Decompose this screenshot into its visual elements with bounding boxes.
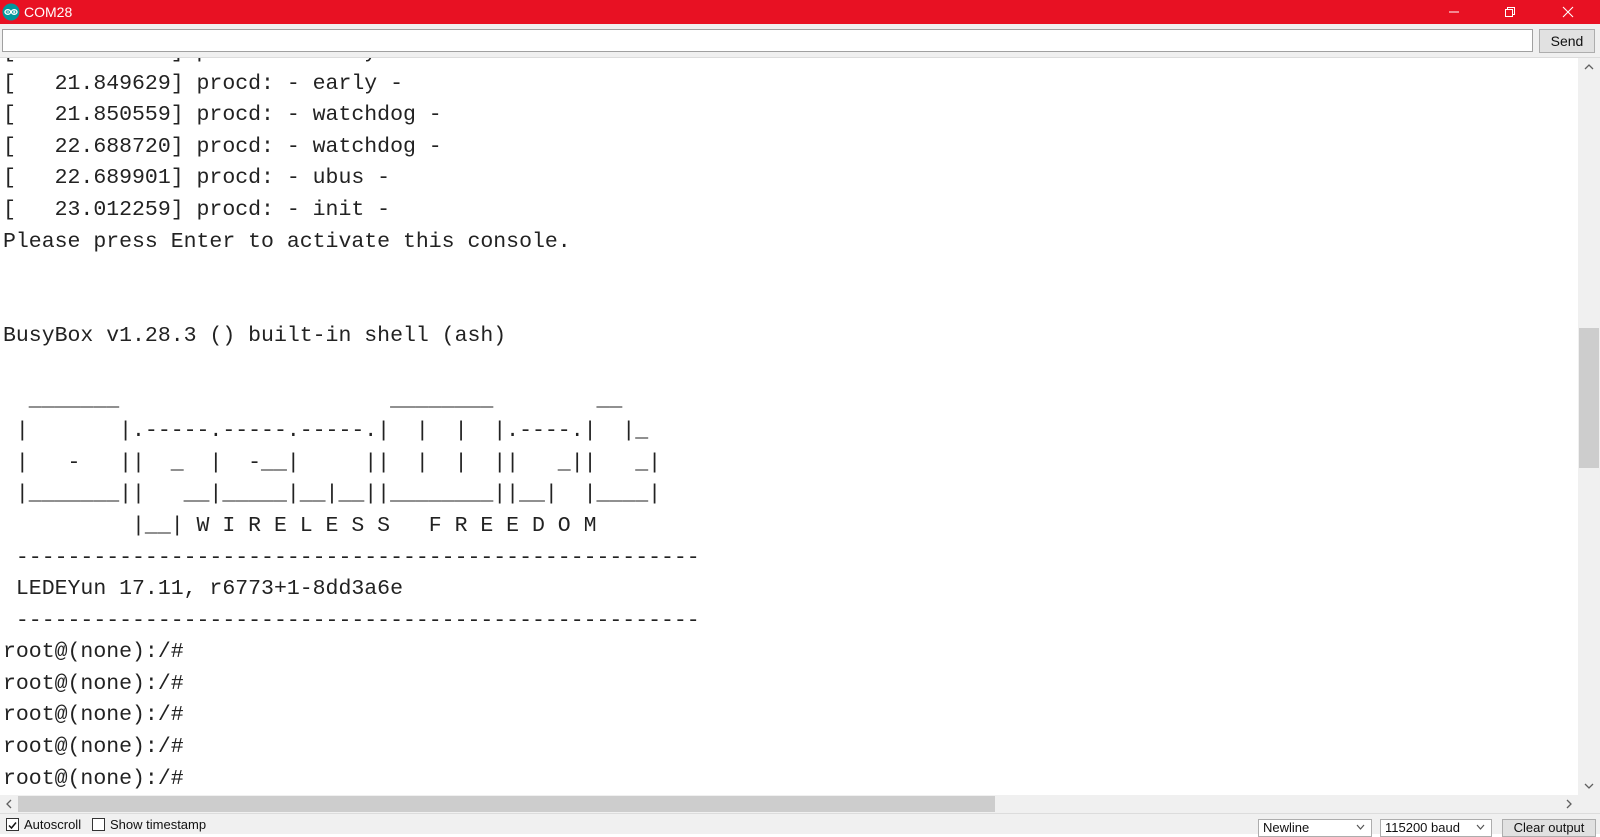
serial-output[interactable]: [ 21.849629] procd: - early - [ 21.84962…	[0, 58, 1578, 795]
window-title: COM28	[24, 4, 73, 20]
send-bar: Send	[0, 24, 1600, 58]
horizontal-scrollbar[interactable]	[0, 795, 1578, 813]
scroll-right-button[interactable]	[1560, 795, 1578, 813]
minimize-button[interactable]	[1431, 0, 1477, 24]
vertical-scrollbar[interactable]	[1578, 58, 1600, 795]
arduino-logo-icon	[2, 3, 20, 21]
scrollbar-corner	[1578, 795, 1600, 813]
autoscroll-checkbox[interactable]	[6, 818, 19, 831]
scroll-down-button[interactable]	[1578, 777, 1600, 795]
serial-input[interactable]	[2, 29, 1533, 52]
status-bar: Autoscroll Show timestamp Newline 115200…	[0, 813, 1600, 837]
horizontal-scroll-thumb[interactable]	[18, 796, 995, 812]
chevron-down-icon	[1476, 824, 1485, 830]
send-button[interactable]: Send	[1539, 29, 1595, 53]
vertical-scroll-thumb[interactable]	[1579, 328, 1599, 469]
clear-output-button[interactable]: Clear output	[1502, 819, 1596, 837]
title-bar: COM28	[0, 0, 1600, 24]
restore-icon	[1505, 7, 1515, 17]
close-button[interactable]	[1545, 0, 1591, 24]
line-ending-select[interactable]: Newline	[1258, 819, 1372, 837]
scroll-left-button[interactable]	[0, 795, 18, 813]
show-timestamp-label: Show timestamp	[110, 817, 207, 832]
close-icon	[1562, 6, 1574, 18]
chevron-up-icon	[1584, 64, 1594, 70]
autoscroll-label: Autoscroll	[24, 817, 82, 832]
chevron-left-icon	[6, 799, 12, 809]
minimize-icon	[1449, 11, 1459, 13]
serial-output-text: [ 21.849629] procd: - early - [ 21.84962…	[3, 58, 700, 791]
scroll-up-button[interactable]	[1578, 58, 1600, 76]
checkmark-icon	[8, 822, 17, 830]
chevron-right-icon	[1566, 799, 1572, 809]
restore-button[interactable]	[1487, 0, 1533, 24]
baud-rate-select[interactable]: 115200 baud	[1380, 819, 1492, 837]
show-timestamp-checkbox[interactable]	[92, 818, 105, 831]
chevron-down-icon	[1584, 783, 1594, 789]
chevron-down-icon	[1356, 824, 1365, 830]
